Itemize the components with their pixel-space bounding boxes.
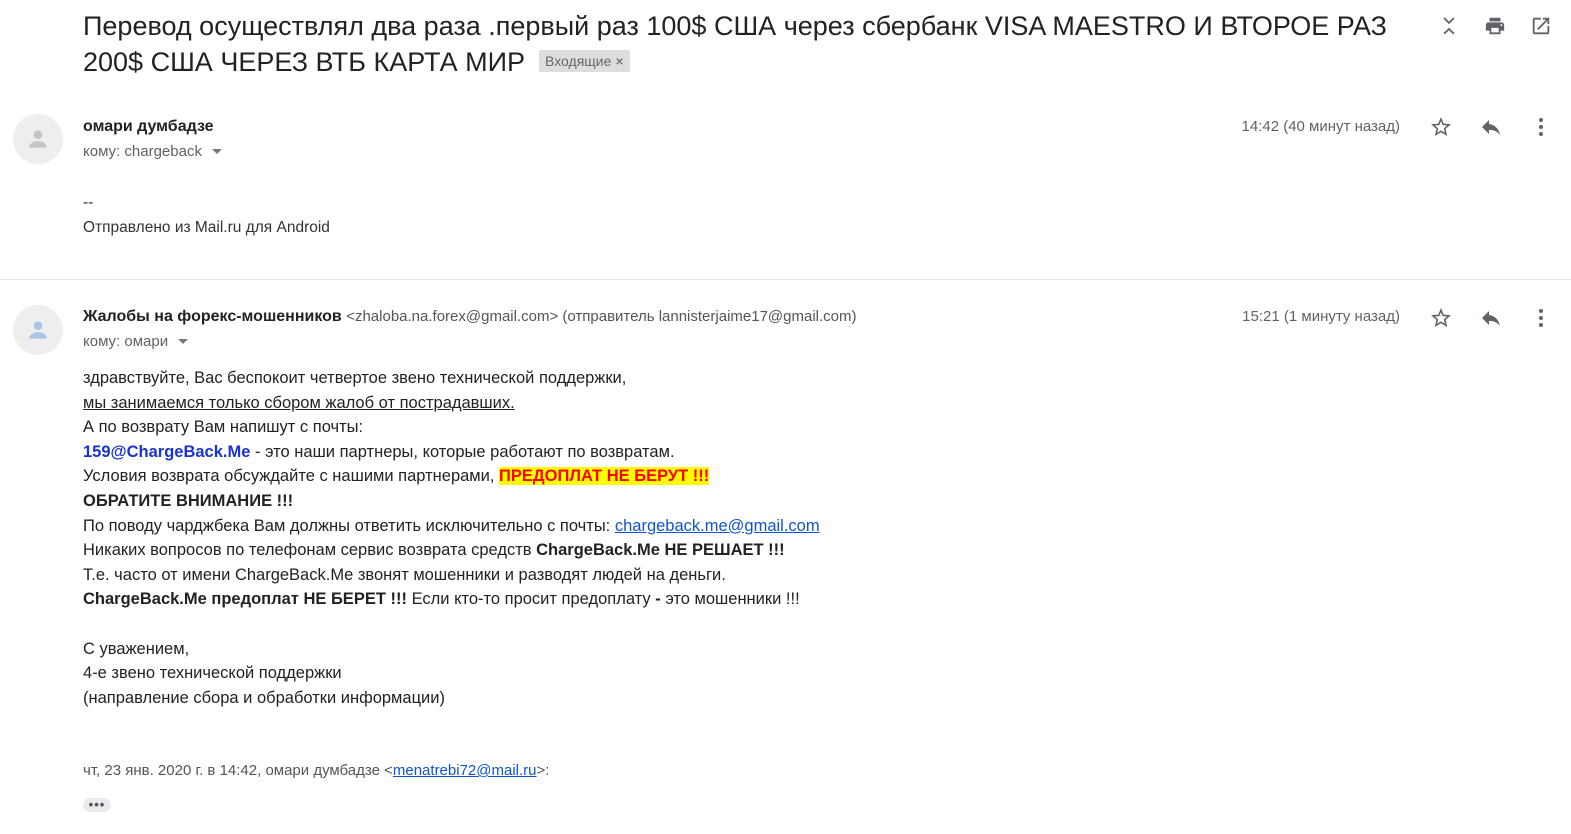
message-divider <box>0 279 1571 280</box>
signature-dash: -- <box>83 194 94 211</box>
remove-label-button[interactable]: × <box>615 53 623 69</box>
avatar-person-icon <box>29 321 47 339</box>
body-line-attention: ОБРАТИТЕ ВНИМАНИЕ !!! <box>83 491 294 510</box>
recipient-line[interactable]: кому: омари <box>83 333 189 350</box>
print-icon[interactable] <box>1481 12 1509 40</box>
quote-suffix: >: <box>536 762 550 779</box>
message-body: -- Отправлено из Mail.ru для Android <box>83 191 330 240</box>
expand-collapse-icon[interactable] <box>1435 12 1463 40</box>
body-line-refund-intro: А по возврату Вам напишут с почты: <box>83 418 364 437</box>
signature-regards: С уважением, <box>83 639 190 658</box>
body-line-purpose: мы занимаемся только сбором жалоб от пос… <box>83 393 515 412</box>
phone-text: Никаких вопросов по телефонам сервис воз… <box>83 541 537 560</box>
email-subject: Перевод осуществлял два раза .первый раз… <box>83 8 1413 80</box>
reply-icon[interactable] <box>1477 113 1505 141</box>
no-prepayment-highlight: ПРЕДОПЛАТ НЕ БЕРУТ !!! <box>499 467 710 486</box>
more-vert-icon[interactable] <box>1527 304 1555 332</box>
recipient-text: кому: омари <box>83 333 169 350</box>
message-time: 15:21 (1 минуту назад) <box>1242 308 1400 325</box>
show-trimmed-content-button[interactable]: ••• <box>83 798 111 812</box>
body-line-no-prepay: ChargeBack.Me предоплат НЕ БЕРЕТ !!! Есл… <box>83 587 820 612</box>
avatar-person-icon <box>29 130 47 148</box>
recipient-line[interactable]: кому: chargeback <box>83 143 222 160</box>
sender-line: омари думбадзе <box>83 118 214 136</box>
no-prepay-text: Если кто-то просит предоплату <box>406 590 656 609</box>
sender-name[interactable]: Жалобы на форекс-мошенников <box>83 308 342 325</box>
avatar <box>13 305 63 355</box>
message-body: здравствуйте, Вас беспокоит четвертое зв… <box>83 366 820 710</box>
star-icon[interactable] <box>1427 113 1455 141</box>
open-in-new-window-icon[interactable] <box>1527 12 1555 40</box>
conditions-text: Условия возврата обсуждайте с нашими пар… <box>83 467 500 486</box>
body-line-scammers-calls: Т.е. часто от имени ChargeBack.Me звонят… <box>83 565 726 584</box>
sender-line: Жалобы на форекс-мошенников <zhaloba.na.… <box>83 308 857 326</box>
reply-icon[interactable] <box>1477 304 1505 332</box>
quoted-header: чт, 23 янв. 2020 г. в 14:42, омари думба… <box>83 762 549 779</box>
body-line-phone: Никаких вопросов по телефонам сервис воз… <box>83 538 820 563</box>
avatar <box>13 114 63 164</box>
thread-toolbar <box>1435 12 1555 40</box>
partner-email: 159@ChargeBack.Me <box>83 442 251 461</box>
chargeback-email-text: По поводу чарджбека Вам должны ответить … <box>83 516 615 535</box>
chevron-down-icon[interactable] <box>178 339 189 344</box>
quote-prefix: чт, 23 янв. 2020 г. в 14:42, омари думба… <box>83 762 393 779</box>
phone-bold: ChargeBack.Me НЕ РЕШАЕТ !!! <box>536 541 785 560</box>
body-blank-line <box>83 612 820 637</box>
label-text: Входящие <box>545 53 612 69</box>
more-vert-icon[interactable] <box>1527 113 1555 141</box>
body-line-partner: 159@ChargeBack.Me - это наши партнеры, к… <box>83 440 820 465</box>
no-prepay-tail: это мошенники !!! <box>660 590 800 609</box>
message-actions <box>1427 113 1555 141</box>
chevron-down-icon[interactable] <box>211 149 222 154</box>
body-line-conditions: Условия возврата обсуждайте с нашими пар… <box>83 464 820 489</box>
no-prepay-bold: ChargeBack.Me предоплат НЕ БЕРЕТ !!! <box>83 590 407 609</box>
inbox-label-chip[interactable]: Входящие × <box>539 50 630 72</box>
quote-email-link[interactable]: menatrebi72@mail.ru <box>393 762 537 779</box>
chargeback-email-link[interactable]: chargeback.me@gmail.com <box>615 517 820 535</box>
signature-team: 4-е звено технической поддержки <box>83 664 342 683</box>
subject-text: Перевод осуществлял два раза .первый раз… <box>83 11 1387 77</box>
signature-text: Отправлено из Mail.ru для Android <box>83 218 330 236</box>
signature-department: (направление сбора и обработки информаци… <box>83 688 445 707</box>
message-actions <box>1427 304 1555 332</box>
message-time: 14:42 (40 минут назад) <box>1241 118 1401 135</box>
partner-text: - это наши партнеры, которые работают по… <box>250 442 675 461</box>
body-line-greeting: здравствуйте, Вас беспокоит четвертое зв… <box>83 369 627 387</box>
recipient-text: кому: chargeback <box>83 143 202 160</box>
body-line-chargeback-email: По поводу чарджбека Вам должны ответить … <box>83 514 820 539</box>
star-icon[interactable] <box>1427 304 1455 332</box>
sender-name[interactable]: омари думбадзе <box>83 118 214 135</box>
sender-email: <zhaloba.na.forex@gmail.com> (отправител… <box>346 308 857 325</box>
